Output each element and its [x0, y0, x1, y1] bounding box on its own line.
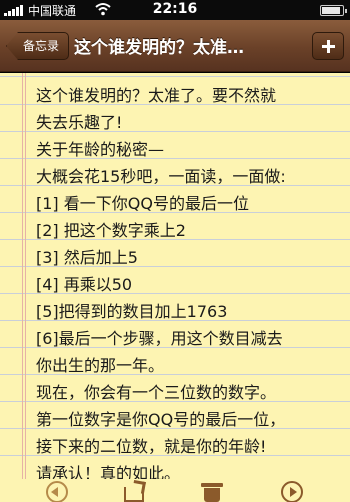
- note-line: 这个谁发明的？太准了。要不然就: [36, 86, 277, 105]
- plus-icon-stroke: [327, 40, 330, 53]
- next-icon[interactable]: [281, 481, 305, 502]
- note-line: 关于年龄的秘密—: [36, 140, 165, 159]
- previous-icon[interactable]: [46, 481, 70, 502]
- note-page[interactable]: 这个谁发明的？太准了。要不然就 失去乐趣了! 关于年龄的秘密— 大概会花15秒吧…: [0, 73, 350, 479]
- note-line: [2] 把这个数字乘上2: [36, 221, 186, 240]
- page-title: 这个谁发明的？太准…: [74, 38, 244, 58]
- note-line: [6]最后一个步骤，用这个数目减去: [36, 329, 283, 348]
- carrier-name: 中国联通: [28, 4, 77, 18]
- note-line: [1] 看一下你QQ号的最后一位: [36, 194, 249, 213]
- trash-icon[interactable]: [201, 481, 225, 502]
- note-line: 请承认！真的如此。: [36, 464, 181, 479]
- note-line: 第一位数字是你QQ号的最后一位，: [36, 410, 286, 429]
- note-line: [3] 然后加上5: [36, 248, 138, 267]
- signal-strength-icon: [4, 5, 23, 16]
- back-button[interactable]: 备忘录: [6, 32, 70, 60]
- battery-level: [322, 7, 340, 14]
- navigation-bar: 备忘录 这个谁发明的？太准…: [0, 20, 350, 72]
- previous-icon-arrow: [51, 487, 58, 497]
- margin-line: [25, 73, 26, 479]
- note-line: 失去乐趣了!: [36, 113, 123, 132]
- share-icon[interactable]: [124, 480, 148, 502]
- margin-line: [22, 73, 23, 479]
- note-line: 现在，你会有一个三位数的数字。: [36, 383, 277, 402]
- note-line: 接下来的二位数，就是你的年龄!: [36, 437, 267, 456]
- note-line: 你出生的那一年。: [36, 356, 165, 375]
- bottom-toolbar: [0, 479, 350, 502]
- note-line: [5]把得到的数目加上1763: [36, 302, 228, 321]
- share-icon-arrow: [132, 480, 146, 494]
- note-line: [4] 再乘以50: [36, 275, 133, 294]
- trash-icon-can: [204, 488, 220, 502]
- next-icon-arrow: [290, 487, 297, 497]
- battery-icon: [320, 5, 347, 16]
- note-text[interactable]: 这个谁发明的？太准了。要不然就 失去乐趣了! 关于年龄的秘密— 大概会花15秒吧…: [36, 82, 346, 479]
- note-line: 大概会花15秒吧，一面读，一面做:: [36, 167, 286, 186]
- wifi-icon: [95, 3, 111, 16]
- trash-icon-lid: [201, 483, 223, 487]
- add-note-button[interactable]: [312, 32, 344, 60]
- status-bar: 中国联通 22:16: [0, 0, 350, 20]
